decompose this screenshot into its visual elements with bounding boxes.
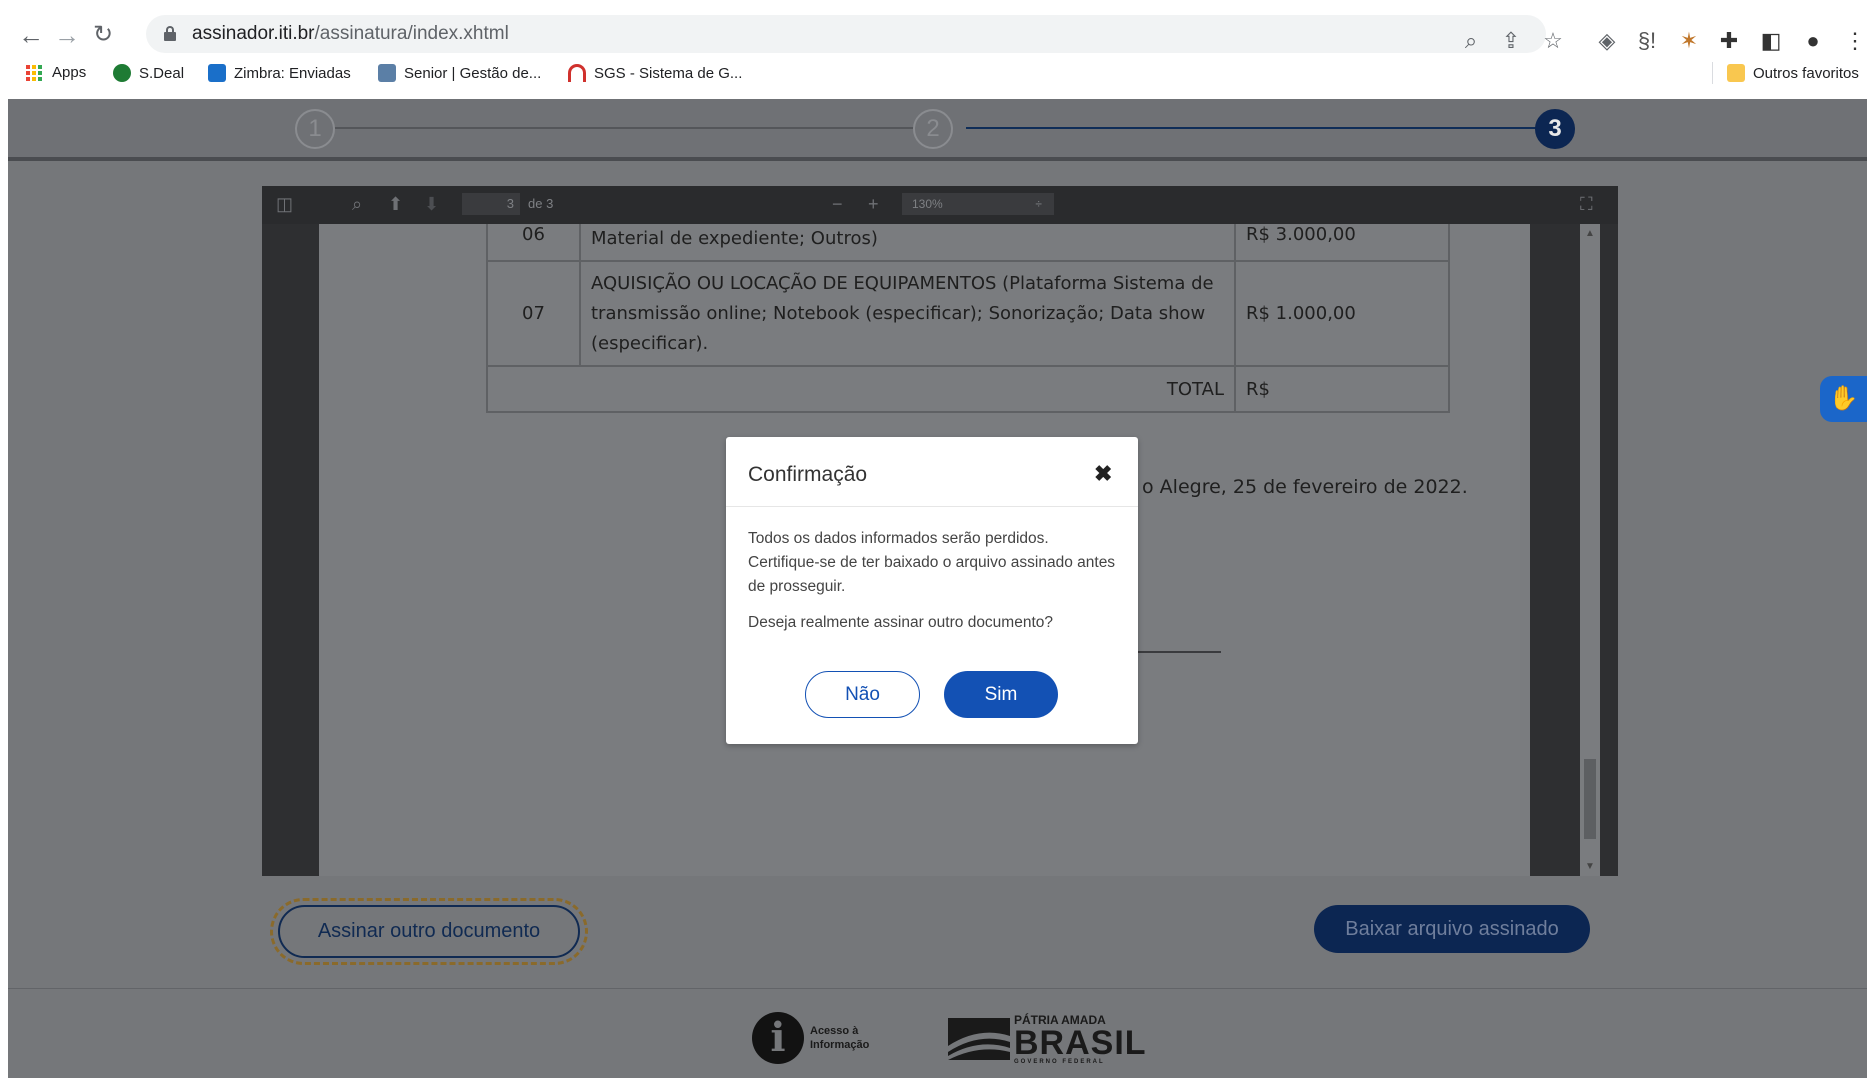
- lock-icon: [164, 26, 176, 41]
- bookmark-apps[interactable]: Apps: [26, 64, 86, 81]
- download-signed-file-button[interactable]: Baixar arquivo assinado: [1314, 905, 1590, 953]
- bookmark-label: S.Deal: [139, 64, 185, 82]
- bookmark-label: Senior | Gestão de...: [404, 64, 542, 82]
- share-icon[interactable]: ⇪: [1494, 24, 1528, 58]
- row-description: AQUISIÇÃO OU LOCAÇÃO DE EQUIPAMENTOS (Pl…: [579, 260, 1236, 367]
- dialog-message-question: Deseja realmente assinar outro documento…: [748, 614, 1054, 631]
- bookmark-senior[interactable]: Senior | Gestão de...: [378, 64, 541, 82]
- folder-icon: [1727, 64, 1745, 82]
- zoom-in-icon[interactable]: +: [868, 194, 879, 215]
- step-2: 2: [913, 109, 953, 149]
- row-description: internet); Aluguel de espaço de apoio; T…: [579, 224, 1236, 262]
- bookmark-label: Zimbra: Enviadas: [234, 64, 351, 82]
- step-1: 1: [295, 109, 335, 149]
- previous-page-icon[interactable]: ⬆: [388, 194, 403, 215]
- row-value: R$ 3.000,00: [1234, 224, 1450, 262]
- patria-amada-brasil-logo: PÁTRIA AMADA BRASIL GOVERNO FEDERAL: [948, 1013, 1147, 1065]
- zimbra-icon: [208, 64, 226, 82]
- table-row: 06 internet); Aluguel de espaço de apoio…: [486, 224, 1450, 262]
- page-number-input[interactable]: 3: [462, 193, 520, 215]
- zoom-icon[interactable]: ⌕: [1454, 24, 1488, 58]
- dialog-header: Confirmação ✖: [726, 437, 1138, 507]
- row-number: 07: [486, 260, 581, 367]
- confirmation-dialog: Confirmação ✖ Todos os dados informados …: [726, 437, 1138, 744]
- url-text: assinador.iti.br/assinatura/index.xhtml: [192, 23, 509, 44]
- close-icon[interactable]: ✖: [1094, 461, 1112, 487]
- signature-line: [1127, 651, 1221, 653]
- info-line-1: Acesso à: [810, 1025, 859, 1037]
- zoom-out-icon[interactable]: −: [832, 194, 843, 215]
- sgs-icon: [568, 64, 586, 82]
- address-bar[interactable]: assinador.iti.br/assinatura/index.xhtml: [146, 15, 1546, 53]
- bookmarks-bar: Apps S.Deal Zimbra: Enviadas Senior | Ge…: [0, 58, 1867, 90]
- fullscreen-icon[interactable]: ⛶: [1580, 194, 1593, 215]
- zoom-select[interactable]: 130% ÷: [902, 193, 1054, 215]
- page-count: de 3: [528, 196, 554, 211]
- forward-arrow-icon[interactable]: →: [52, 20, 82, 50]
- bookmark-sdeal[interactable]: S.Deal: [113, 64, 184, 82]
- zoom-value: 130%: [912, 197, 943, 211]
- total-label: TOTAL: [486, 365, 1236, 413]
- step-connector-active: [966, 127, 1546, 129]
- footer-divider: [8, 988, 1867, 989]
- next-page-icon[interactable]: ⬇: [424, 194, 439, 215]
- reload-icon[interactable]: ↻: [88, 20, 118, 50]
- total-value: R$: [1234, 365, 1450, 413]
- bookmark-label: Outros favoritos: [1753, 64, 1859, 82]
- dialog-body: Todos os dados informados serão perdidos…: [748, 527, 1120, 635]
- document-date: o Alegre, 25 de fevereiro de 2022.: [1142, 476, 1468, 498]
- search-icon[interactable]: ⌕: [352, 194, 362, 215]
- scroll-up-icon[interactable]: ▲: [1585, 228, 1595, 239]
- extensions-puzzle-icon[interactable]: ✚: [1712, 24, 1746, 58]
- kebab-menu-icon[interactable]: ⋮: [1838, 24, 1867, 58]
- access-to-information-logo[interactable]: i Acesso à Informação: [752, 1012, 869, 1064]
- table-row: 07 AQUISIÇÃO OU LOCAÇÃO DE EQUIPAMENTOS …: [486, 260, 1450, 367]
- row-number: 06: [486, 224, 581, 262]
- bookmark-sgs[interactable]: SGS - Sistema de G...: [568, 64, 742, 82]
- pdf-scrollbar[interactable]: ▲ ▼: [1580, 224, 1600, 876]
- browser-chrome: ← → ↻ assinador.iti.br/assinatura/index.…: [0, 0, 1867, 99]
- progress-stepper: 1 2 3: [8, 99, 1867, 161]
- extension-section-icon[interactable]: §!: [1630, 24, 1664, 58]
- brasil-text: PÁTRIA AMADA BRASIL GOVERNO FEDERAL: [1014, 1013, 1147, 1065]
- brasil-flag-icon: [948, 1018, 1010, 1060]
- step-3: 3: [1535, 109, 1575, 149]
- scroll-down-icon[interactable]: ▼: [1585, 861, 1595, 872]
- info-line-2: Informação: [810, 1039, 870, 1051]
- step-connector: [304, 127, 926, 129]
- vlibras-hand-icon[interactable]: ✋: [1820, 376, 1867, 422]
- profile-avatar-icon[interactable]: ●: [1796, 24, 1830, 58]
- bookmark-other-favorites[interactable]: Outros favoritos: [1727, 64, 1859, 82]
- pdf-toolbar: ◫ ⌕ ⬆ ⬇ 3 de 3 − + 130% ÷ ⛶: [262, 186, 1618, 224]
- brasil-line-2: BRASIL: [1014, 1024, 1147, 1062]
- scroll-thumb[interactable]: [1584, 759, 1596, 839]
- info-icon: i: [752, 1012, 804, 1064]
- sign-another-document-button[interactable]: Assinar outro documento: [278, 905, 580, 958]
- budget-table: 06 internet); Aluguel de espaço de apoio…: [486, 224, 1450, 413]
- apps-grid-icon: [26, 64, 42, 81]
- yes-button[interactable]: Sim: [944, 671, 1058, 718]
- table-total-row: TOTAL R$: [486, 365, 1450, 413]
- bookmark-label: SGS - Sistema de G...: [594, 64, 743, 82]
- bookmark-zimbra[interactable]: Zimbra: Enviadas: [208, 64, 351, 82]
- dialog-message-warning: Todos os dados informados serão perdidos…: [748, 530, 1116, 595]
- extension-star-icon[interactable]: ✶: [1672, 24, 1706, 58]
- back-arrow-icon[interactable]: ←: [16, 20, 46, 50]
- sdeal-icon: [113, 64, 131, 82]
- row-value: R$ 1.000,00: [1234, 260, 1450, 367]
- no-button[interactable]: Não: [805, 671, 920, 718]
- dialog-title: Confirmação: [748, 463, 868, 486]
- extension-shield-icon[interactable]: ◈: [1590, 24, 1624, 58]
- sidebar-toggle-icon[interactable]: ◫: [276, 194, 293, 215]
- info-text: Acesso à Informação: [810, 1024, 869, 1052]
- browser-navbar: ← → ↻ assinador.iti.br/assinatura/index.…: [0, 12, 1867, 56]
- side-panel-icon[interactable]: ◧: [1754, 24, 1788, 58]
- bookmark-label: Apps: [52, 64, 87, 81]
- senior-icon: [378, 64, 396, 82]
- zoom-caret-icon: ÷: [1035, 197, 1042, 211]
- star-icon[interactable]: ☆: [1536, 24, 1570, 58]
- bookmark-divider: [1712, 62, 1713, 84]
